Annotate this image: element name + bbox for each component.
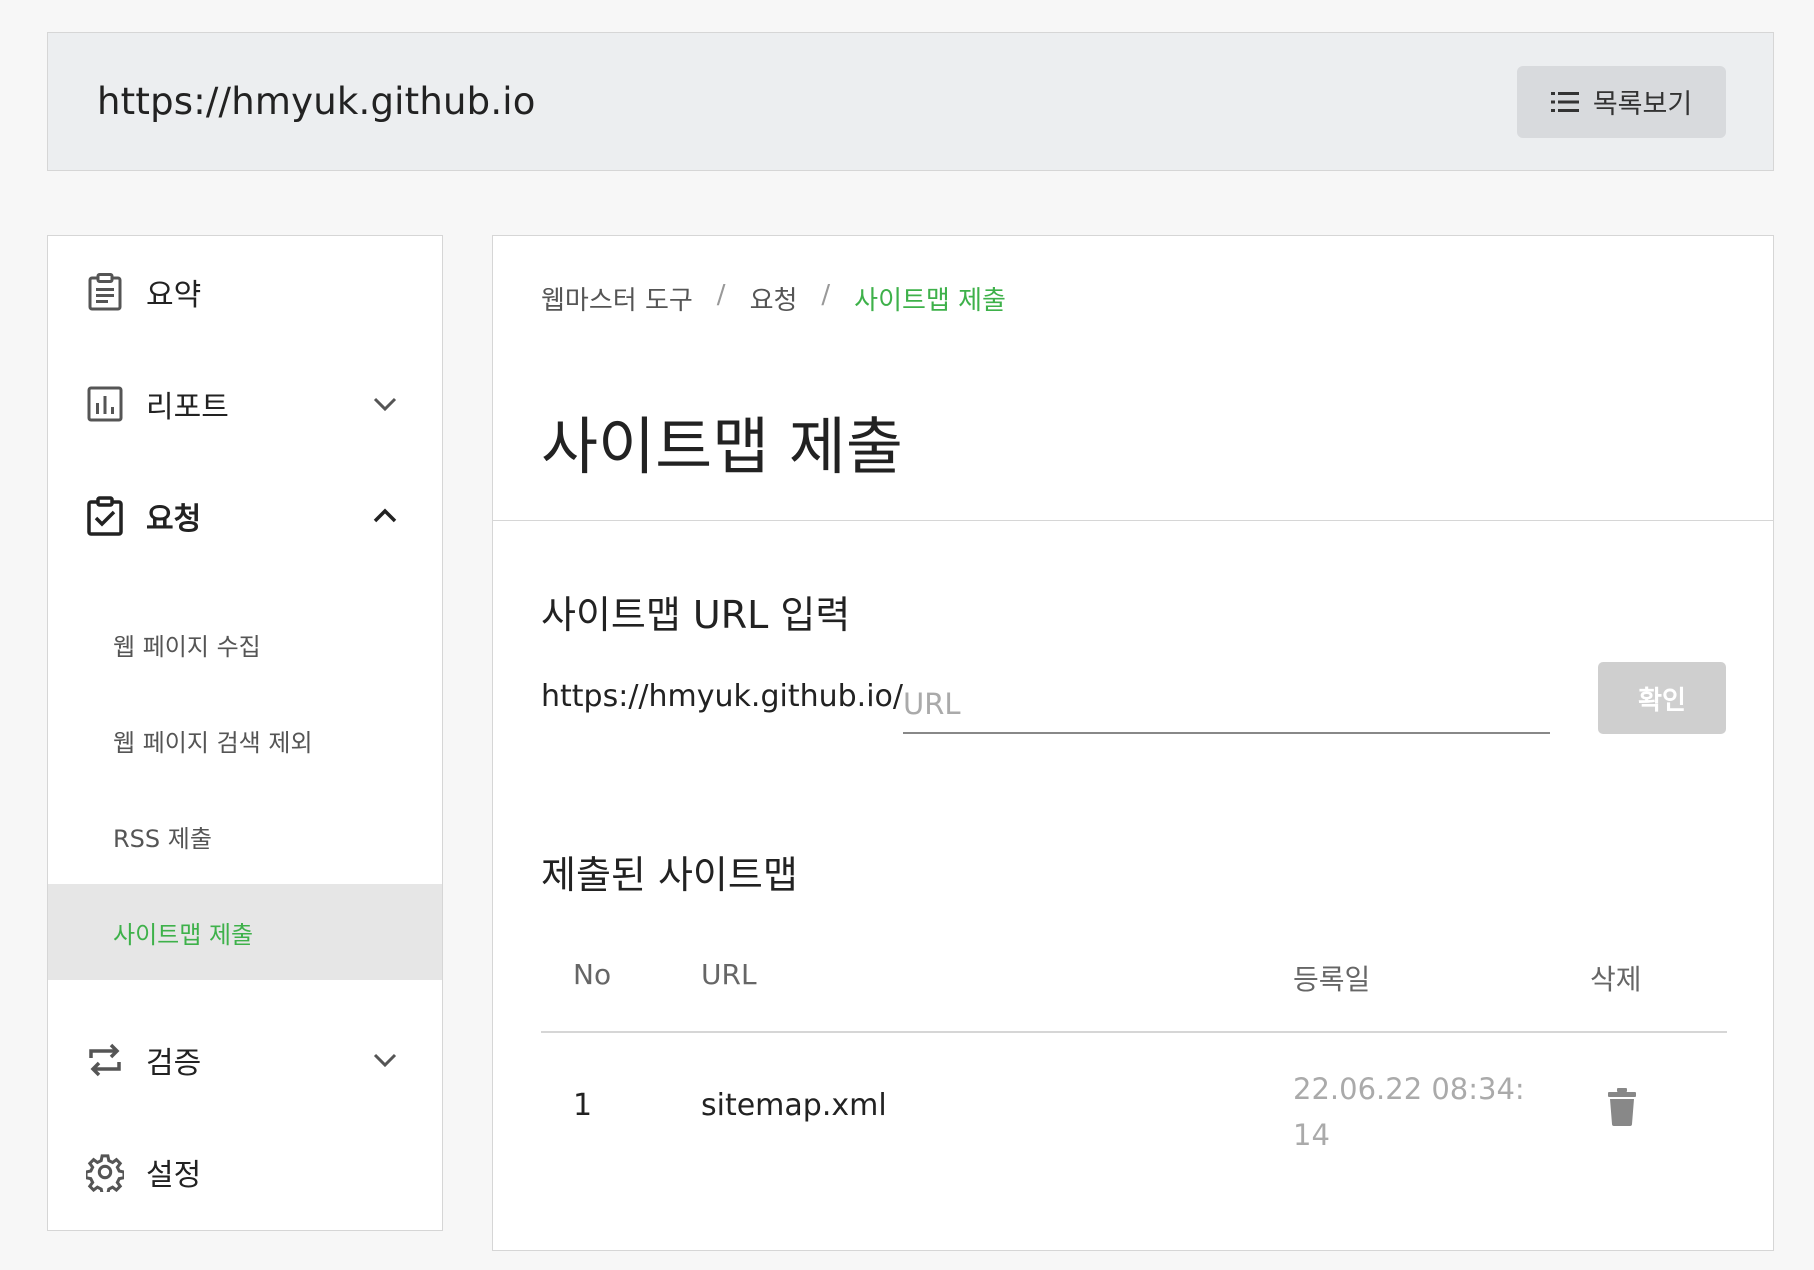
breadcrumb: 웹마스터 도구 / 요청 / 사이트맵 제출 — [541, 280, 1006, 317]
table-header-divider — [541, 1031, 1727, 1033]
column-header-no: No — [573, 958, 612, 991]
trash-icon[interactable] — [1607, 1088, 1637, 1126]
gear-icon — [86, 1153, 124, 1192]
chevron-down-icon — [373, 1053, 397, 1068]
sidebar-item-label: 설정 — [146, 1158, 202, 1193]
main-panel: 웹마스터 도구 / 요청 / 사이트맵 제출 사이트맵 제출 사이트맵 URL … — [492, 235, 1774, 1251]
list-section-title: 제출된 사이트맵 — [541, 853, 798, 897]
column-header-url: URL — [701, 958, 757, 991]
sidebar-item-request[interactable]: 요청 — [48, 460, 442, 572]
cell-no: 1 — [573, 1088, 593, 1123]
sidebar-sub-item-sitemap[interactable]: 사이트맵 제출 — [48, 884, 442, 980]
sidebar-sub-item-exclude[interactable]: 웹 페이지 검색 제외 — [48, 692, 442, 788]
clipboard-icon — [86, 273, 124, 311]
sidebar-sub-item-crawl[interactable]: 웹 페이지 수집 — [48, 596, 442, 692]
column-header-delete: 삭제 — [1590, 963, 1642, 996]
url-prefix: https://hmyuk.github.io/ — [541, 679, 903, 714]
list-view-label: 목록보기 — [1592, 89, 1693, 120]
breadcrumb-separator: / — [821, 280, 831, 310]
sidebar-item-label: 요약 — [146, 278, 202, 313]
top-bar: https://hmyuk.github.io 목록보기 — [47, 32, 1774, 171]
sidebar-item-label: 검증 — [146, 1046, 202, 1081]
breadcrumb-item-webmaster[interactable]: 웹마스터 도구 — [541, 280, 693, 317]
breadcrumb-item-request[interactable]: 요청 — [750, 280, 798, 317]
sidebar-item-settings[interactable]: 설정 — [48, 1116, 442, 1228]
sidebar-item-summary[interactable]: 요약 — [48, 236, 442, 348]
chevron-down-icon — [373, 397, 397, 412]
page-title: 사이트맵 제출 — [541, 410, 903, 483]
sidebar-item-report[interactable]: 리포트 — [48, 348, 442, 460]
sidebar-item-verify[interactable]: 검증 — [48, 1004, 442, 1116]
list-icon — [1550, 91, 1579, 112]
sidebar-item-label: 리포트 — [146, 390, 229, 425]
sidebar: 요약 리포트 요청 웹 페이지 수집 웹 페이지 검색 제외 RSS 제출 사이… — [47, 235, 443, 1231]
sitemap-url-input[interactable] — [903, 676, 1550, 734]
site-url: https://hmyuk.github.io — [97, 80, 536, 123]
divider — [493, 520, 1773, 521]
list-view-button[interactable]: 목록보기 — [1517, 65, 1726, 138]
confirm-button[interactable]: 확인 — [1598, 662, 1726, 734]
cell-date: 22.06.22 08:34:14 — [1293, 1072, 1525, 1152]
input-section-title: 사이트맵 URL 입력 — [541, 593, 851, 637]
clipboard-check-icon — [86, 496, 124, 536]
chevron-up-icon — [373, 508, 397, 523]
repeat-icon — [86, 1041, 124, 1079]
bar-chart-icon — [86, 385, 124, 423]
cell-url: sitemap.xml — [701, 1088, 887, 1123]
sidebar-sub-item-rss[interactable]: RSS 제출 — [48, 788, 442, 884]
sidebar-item-label: 요청 — [146, 502, 202, 537]
breadcrumb-item-current: 사이트맵 제출 — [854, 286, 1006, 316]
breadcrumb-separator: / — [716, 280, 726, 310]
column-header-date: 등록일 — [1293, 963, 1371, 996]
